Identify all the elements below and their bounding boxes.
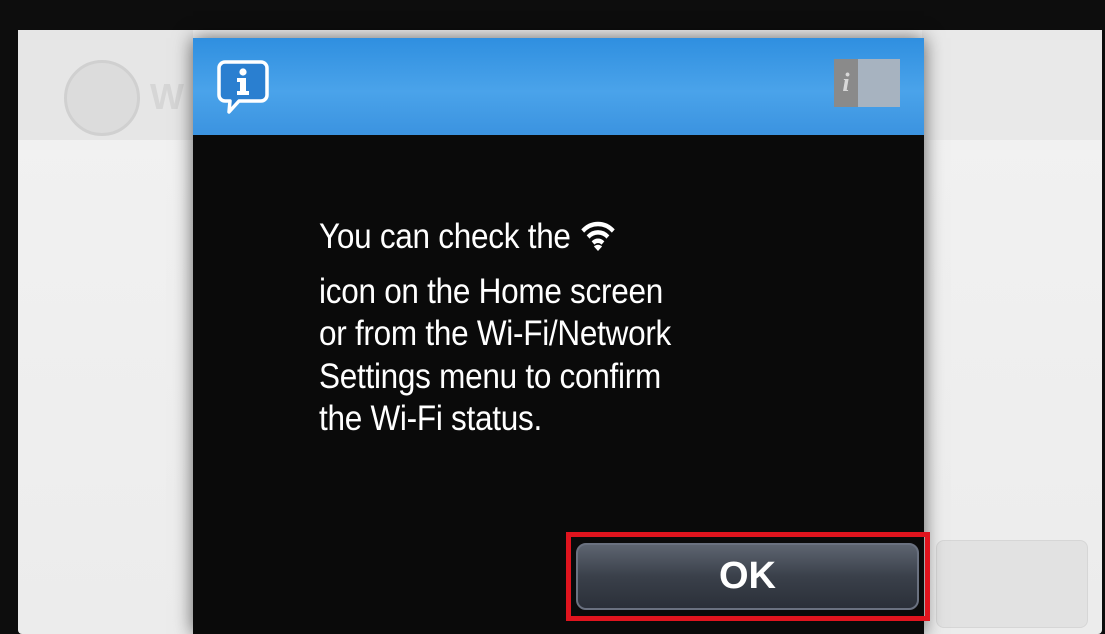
info-toggle-icon[interactable]: i [834, 59, 900, 107]
printer-screen: W i You can check the icon on the Home s… [0, 0, 1105, 634]
message-line-4: Settings menu to confirm [319, 356, 661, 396]
info-toggle-label: i [834, 59, 858, 107]
info-toggle-switch [858, 59, 900, 107]
ok-button[interactable]: OK [576, 543, 919, 610]
background-wifi-status-icon [64, 60, 140, 136]
message-line-3: or from the Wi-Fi/Network [319, 314, 672, 353]
background-status-area: W [18, 30, 193, 140]
background-button [936, 540, 1088, 628]
wifi-icon [580, 220, 616, 252]
info-speech-bubble-icon [217, 59, 269, 115]
background-status-text: W [150, 76, 184, 117]
background-right-panel [922, 30, 1102, 140]
dialog-message: You can check the icon on the Home scree… [319, 216, 823, 441]
message-line-5: the Wi-Fi status. [319, 399, 542, 438]
message-line-2: icon on the Home screen [319, 271, 663, 311]
dialog-header: i [193, 38, 924, 135]
message-line-1: You can check the [319, 216, 823, 259]
